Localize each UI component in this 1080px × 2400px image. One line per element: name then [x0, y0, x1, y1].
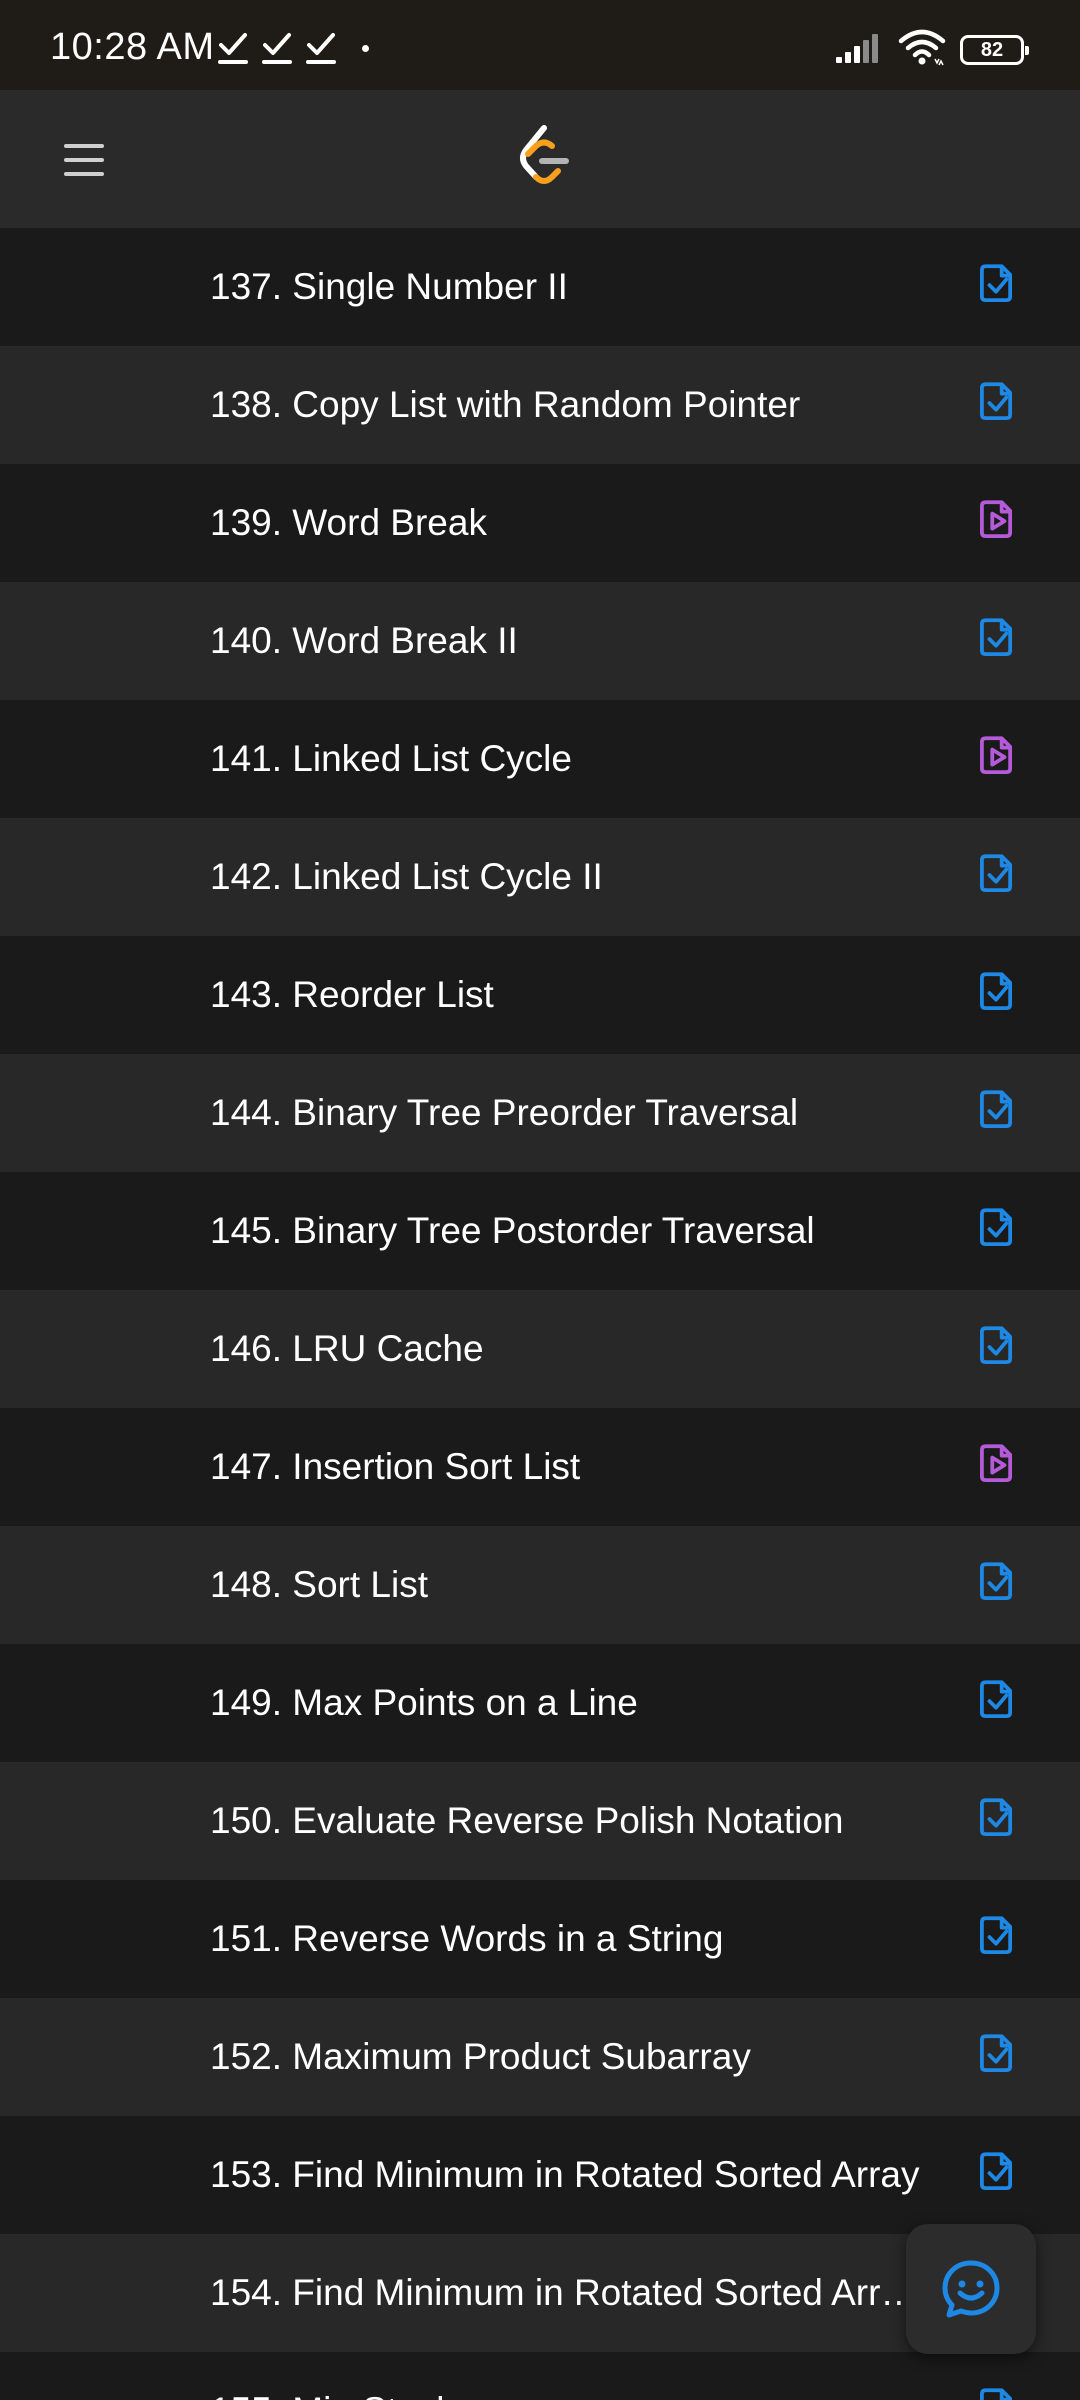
problem-title: 151. Reverse Words in a String	[210, 1918, 724, 1959]
problem-title: 146. LRU Cache	[210, 1328, 484, 1369]
problem-title: 154. Find Minimum in Rotated Sorted Arra…	[210, 2272, 920, 2313]
problem-title: 152. Maximum Product Subarray	[210, 2036, 751, 2077]
menu-button[interactable]	[56, 132, 112, 188]
problem-row[interactable]: 148. Sort List	[0, 1526, 1080, 1644]
problem-title: 138. Copy List with Random Pointer	[210, 384, 801, 425]
problem-row[interactable]: 138. Copy List with Random Pointer	[0, 346, 1080, 464]
problem-row[interactable]: 140. Word Break II	[0, 582, 1080, 700]
solution-article-icon[interactable]	[970, 1914, 1020, 1966]
problem-row[interactable]: 151. Reverse Words in a String	[0, 1880, 1080, 1998]
solution-article-icon[interactable]	[970, 1796, 1020, 1848]
download-done-icon	[262, 31, 292, 65]
problem-row[interactable]: 139. Word Break	[0, 464, 1080, 582]
problem-title: 148. Sort List	[210, 1564, 429, 1605]
problem-title: 149. Max Points on a Line	[210, 1682, 638, 1723]
solution-article-icon[interactable]	[970, 380, 1020, 432]
chat-feedback-button[interactable]	[906, 2224, 1036, 2354]
video-solution-icon[interactable]	[970, 734, 1020, 786]
download-done-icon	[218, 31, 248, 65]
solution-article-icon[interactable]	[970, 1560, 1020, 1612]
cellular-signal-icon	[834, 31, 884, 70]
problem-row[interactable]: 146. LRU Cache	[0, 1290, 1080, 1408]
problem-title: 137. Single Number II	[210, 266, 568, 307]
problem-row[interactable]: 147. Insertion Sort List	[0, 1408, 1080, 1526]
video-solution-icon[interactable]	[970, 498, 1020, 550]
notification-icons	[218, 28, 369, 68]
problem-title: 140. Word Break II	[210, 620, 518, 661]
problem-title: 153. Find Minimum in Rotated Sorted Arra…	[210, 2154, 920, 2195]
problem-title: 144. Binary Tree Preorder Traversal	[210, 1092, 799, 1133]
battery-icon: 82	[960, 35, 1029, 65]
problem-title: 141. Linked List Cycle	[210, 738, 572, 779]
leetcode-problem-list-screen: 10:28 AM 82 137. Single Number II 138. C…	[0, 0, 1080, 2400]
problem-title: 145. Binary Tree Postorder Traversal	[210, 1210, 815, 1251]
solution-article-icon[interactable]	[970, 970, 1020, 1022]
more-notifications-dot-icon	[362, 44, 369, 52]
problem-row[interactable]: 155. Min Stack	[0, 2352, 1080, 2400]
problem-row[interactable]: 144. Binary Tree Preorder Traversal	[0, 1054, 1080, 1172]
problem-title: 147. Insertion Sort List	[210, 1446, 581, 1487]
battery-level: 82	[980, 39, 1004, 61]
problem-title: 139. Word Break	[210, 502, 487, 543]
chat-smile-icon	[942, 2260, 1000, 2318]
solution-article-icon[interactable]	[970, 852, 1020, 904]
hamburger-menu-icon	[64, 144, 104, 176]
solution-article-icon[interactable]	[970, 616, 1020, 668]
video-solution-icon[interactable]	[970, 1442, 1020, 1494]
app-header	[0, 90, 1080, 228]
problem-row[interactable]: 142. Linked List Cycle II	[0, 818, 1080, 936]
problem-row[interactable]: 137. Single Number II	[0, 228, 1080, 346]
solution-article-icon[interactable]	[970, 262, 1020, 314]
problem-row[interactable]: 153. Find Minimum in Rotated Sorted Arra…	[0, 2116, 1080, 2234]
solution-article-icon[interactable]	[970, 1324, 1020, 1376]
wifi-icon	[898, 29, 946, 72]
problem-title: 143. Reorder List	[210, 974, 494, 1015]
solution-article-icon[interactable]	[970, 2032, 1020, 2084]
problem-row[interactable]: 145. Binary Tree Postorder Traversal	[0, 1172, 1080, 1290]
problem-title: 155. Min Stack	[210, 2352, 455, 2400]
solution-article-icon[interactable]	[970, 1088, 1020, 1140]
solution-article-icon[interactable]	[970, 2386, 1020, 2400]
solution-article-icon[interactable]	[970, 1678, 1020, 1730]
problem-row[interactable]: 152. Maximum Product Subarray	[0, 1998, 1080, 2116]
problem-list: 137. Single Number II 138. Copy List with…	[0, 228, 1080, 2400]
leetcode-logo-icon[interactable]	[514, 124, 574, 194]
status-time: 10:28 AM	[50, 26, 215, 68]
solution-article-icon[interactable]	[970, 1206, 1020, 1258]
download-done-icon	[306, 31, 336, 65]
problem-title: 150. Evaluate Reverse Polish Notation	[210, 1800, 844, 1841]
status-bar: 10:28 AM 82	[0, 0, 1080, 90]
problem-title: 142. Linked List Cycle II	[210, 856, 603, 897]
problem-row[interactable]: 143. Reorder List	[0, 936, 1080, 1054]
solution-article-icon[interactable]	[970, 2150, 1020, 2202]
problem-row[interactable]: 141. Linked List Cycle	[0, 700, 1080, 818]
status-right-icons: 82	[834, 29, 1029, 72]
problem-row[interactable]: 150. Evaluate Reverse Polish Notation	[0, 1762, 1080, 1880]
problem-row[interactable]: 149. Max Points on a Line	[0, 1644, 1080, 1762]
